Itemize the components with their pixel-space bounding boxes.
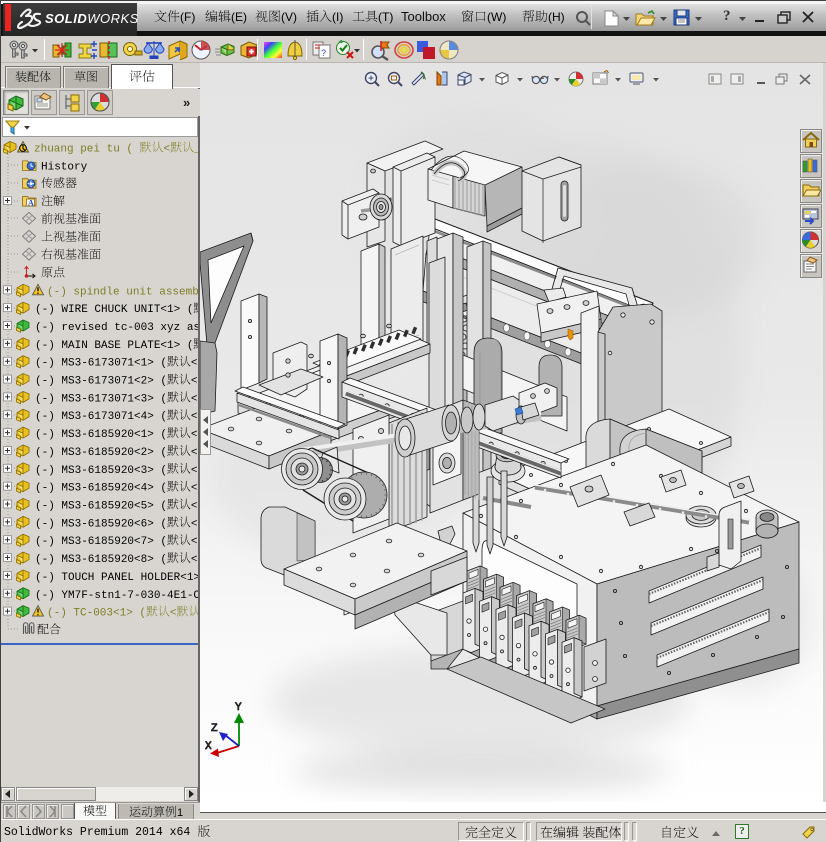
svg-text:<: < (191, 411, 198, 423)
svg-text:(-) MS3-6185920<3> (: (-) MS3-6185920<3> ( (35, 465, 167, 477)
svg-text:1: 1 (177, 807, 183, 819)
svg-text:(-) MS3-6185920<6> (: (-) MS3-6185920<6> ( (35, 518, 167, 530)
svg-text:(-) MS3-6173071<3> (: (-) MS3-6173071<3> ( (35, 393, 167, 405)
svg-text:<: < (191, 501, 198, 513)
svg-text:(W): (W) (487, 10, 506, 24)
svg-text:(-) MS3-6185920<2> (: (-) MS3-6185920<2> ( (35, 447, 167, 459)
svg-text:?: ? (321, 48, 326, 58)
svg-text:<: < (191, 358, 198, 370)
svg-text:(-) WIRE CHUCK UNIT<1> (: (-) WIRE CHUCK UNIT<1> ( (35, 304, 193, 316)
svg-text:(-) MS3-6185920<8> (: (-) MS3-6185920<8> ( (35, 554, 167, 566)
svg-text:(E): (E) (231, 10, 247, 24)
svg-text:(-) revised tc-003 xyz as: (-) revised tc-003 xyz as (35, 322, 198, 334)
svg-text:(I): (I) (332, 10, 343, 24)
svg-text:zhuang pei tu (: zhuang pei tu ( (34, 144, 133, 156)
svg-text:<: < (191, 536, 198, 548)
svg-text:(-) MAIN BASE PLATE<1> (: (-) MAIN BASE PLATE<1> ( (35, 340, 193, 352)
svg-text:<: < (191, 429, 198, 441)
svg-text:<: < (191, 483, 198, 495)
svg-text:(-) YM7F-stn1-7-030-4E1-C1: (-) YM7F-stn1-7-030-4E1-C1 (35, 590, 198, 602)
svg-text:(T): (T) (378, 10, 393, 24)
svg-text:<: < (191, 393, 198, 405)
svg-text:<: < (191, 554, 198, 566)
svg-text:<: < (164, 144, 171, 156)
svg-text:(-) TOUCH PANEL HOLDER<1>: (-) TOUCH PANEL HOLDER<1> (35, 572, 198, 584)
svg-text:(-) MS3-6185920<4> (: (-) MS3-6185920<4> ( (35, 483, 167, 495)
svg-text:Y: Y (235, 702, 242, 714)
svg-text:<: < (191, 518, 198, 530)
svg-text:<: < (170, 608, 177, 620)
svg-text:_: _ (193, 144, 198, 156)
svg-text:(-) spindle unit assemb: (-) spindle unit assemb (47, 286, 198, 298)
svg-text:(-) MS3-6173071<1> (: (-) MS3-6173071<1> ( (35, 358, 167, 370)
svg-text:History: History (41, 161, 88, 173)
svg-text:SolidWorks Premium 2014 x64: SolidWorks Premium 2014 x64 (4, 826, 190, 839)
svg-text:(-) MS3-6185920<5> (: (-) MS3-6185920<5> ( (35, 501, 167, 513)
svg-text:(-) TC-003<1> (: (-) TC-003<1> ( (47, 608, 146, 620)
svg-text:Z: Z (211, 723, 218, 735)
svg-text:(F): (F) (180, 10, 195, 24)
svg-text:<: < (191, 447, 198, 459)
svg-text:(-) MS3-6173071<4> (: (-) MS3-6173071<4> ( (35, 411, 167, 423)
svg-text:<: < (191, 465, 198, 477)
svg-text:A: A (28, 199, 34, 208)
svg-text:<: < (191, 376, 198, 388)
svg-text:(-) MS3-6173071<2> (: (-) MS3-6173071<2> ( (35, 376, 167, 388)
svg-text:(H): (H) (548, 10, 565, 24)
svg-text:(-) MS3-6185920<1> (: (-) MS3-6185920<1> ( (35, 429, 167, 441)
svg-text:(V): (V) (281, 10, 297, 24)
svg-text:(-) MS3-6185920<7> (: (-) MS3-6185920<7> ( (35, 536, 167, 548)
svg-text:X: X (205, 741, 212, 753)
